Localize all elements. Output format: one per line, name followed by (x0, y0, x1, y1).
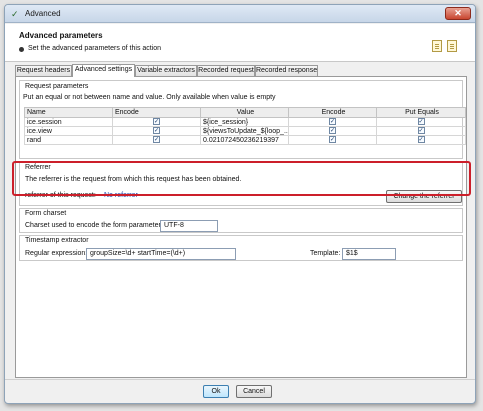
column-header-encode[interactable]: Encode (112, 107, 201, 118)
regex-input[interactable]: groupSize=\d+ startTime=(\d+) (86, 248, 236, 260)
put-equals-checkbox[interactable]: ✓ (417, 136, 425, 144)
table-row[interactable]: ice.session ✓ ${ice_session} ✓ ✓ (24, 117, 466, 127)
highlight-box (12, 161, 471, 196)
param-name[interactable]: rand (24, 135, 113, 145)
table-row[interactable]: rand ✓ 0.021072450236219397 ✓ ✓ (24, 135, 466, 145)
title-bar: ✓ Advanced ✕ (5, 5, 475, 23)
document-icon[interactable] (447, 40, 457, 52)
dialog-header: Advanced parameters Set the advanced par… (5, 24, 475, 62)
app-icon: ✓ (11, 9, 19, 19)
charset-input[interactable]: UTF-8 (160, 220, 218, 232)
tab-recorded-response[interactable]: Recorded response (255, 65, 318, 76)
regex-label: Regular expression: (25, 250, 88, 257)
encode-value-checkbox[interactable]: ✓ (329, 118, 336, 126)
header-title: Advanced parameters (19, 31, 103, 40)
request-parameters-title: Request parameters (25, 83, 89, 90)
cancel-button[interactable]: Cancel (236, 385, 272, 398)
request-parameters-hint: Put an equal or not between name and val… (23, 94, 276, 101)
encode-value-checkbox[interactable]: ✓ (329, 127, 336, 135)
table-header-row: Name Encode Value Encode Put Equals (24, 107, 466, 118)
param-value[interactable]: ${viewsToUpdate_${loop_... (200, 126, 289, 136)
param-value[interactable]: 0.021072450236219397 (200, 135, 289, 145)
timestamp-extractor-title: Timestamp extractor (25, 237, 89, 244)
encode-checkbox[interactable]: ✓ (153, 136, 160, 144)
param-name[interactable]: ice.view (24, 126, 113, 136)
template-label: Template: (310, 250, 341, 257)
column-header-encode[interactable]: Encode (288, 107, 377, 118)
form-charset-title: Form charset (25, 210, 67, 217)
form-charset-group: Form charset Charset used to encode the … (19, 208, 463, 233)
put-equals-checkbox[interactable]: ✓ (417, 118, 425, 126)
edit-icon[interactable] (432, 40, 442, 52)
charset-label: Charset used to encode the form paramete… (25, 222, 167, 229)
column-header-value[interactable]: Value (200, 107, 289, 118)
header-subtitle: Set the advanced parameters of this acti… (28, 45, 162, 52)
tab-variable-extractors[interactable]: Variable extractors (135, 65, 197, 76)
advanced-dialog: ✓ Advanced ✕ Advanced parameters Set the… (4, 4, 476, 404)
encode-value-checkbox[interactable]: ✓ (329, 136, 336, 144)
param-value[interactable]: ${ice_session} (200, 117, 289, 127)
tab-request-headers[interactable]: Request headers (15, 65, 72, 76)
table-row[interactable]: ice.view ✓ ${viewsToUpdate_${loop_... ✓ … (24, 126, 466, 136)
bullet-icon (19, 47, 24, 52)
ok-button[interactable]: Ok (203, 385, 229, 398)
advanced-settings-panel: Request parameters Put an equal or not b… (15, 76, 467, 378)
tab-advanced-settings[interactable]: Advanced settings (72, 64, 135, 77)
column-header-name[interactable]: Name (24, 107, 113, 118)
param-name[interactable]: ice.session (24, 117, 113, 127)
template-input[interactable]: $1$ (342, 248, 396, 260)
window-title: Advanced (25, 9, 61, 18)
dialog-footer: Ok Cancel (5, 379, 475, 403)
request-parameters-group: Request parameters Put an equal or not b… (19, 80, 466, 159)
parameters-table: Name Encode Value Encode Put Equals ice.… (24, 107, 466, 145)
encode-checkbox[interactable]: ✓ (153, 127, 160, 135)
put-equals-checkbox[interactable]: ✓ (417, 127, 425, 135)
column-header-put-equals[interactable]: Put Equals (376, 107, 466, 118)
timestamp-extractor-group: Timestamp extractor Regular expression: … (19, 235, 463, 261)
close-button[interactable]: ✕ (445, 7, 471, 20)
tab-recorded-request[interactable]: Recorded request (197, 65, 255, 76)
encode-checkbox[interactable]: ✓ (153, 118, 160, 126)
